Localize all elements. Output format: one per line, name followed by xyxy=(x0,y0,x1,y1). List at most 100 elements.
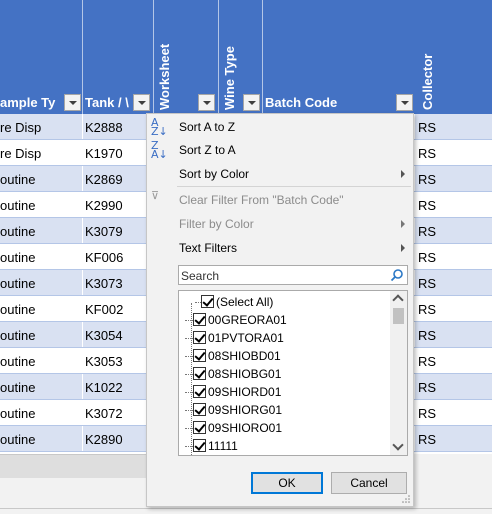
list-scrollbar[interactable] xyxy=(390,291,407,455)
list-item[interactable]: 08SHIOBD01 xyxy=(179,347,389,365)
cell-sample-type[interactable]: outine xyxy=(0,276,35,291)
cell-sample-type[interactable]: outine xyxy=(0,354,35,369)
list-item[interactable]: 11111 xyxy=(179,437,389,455)
cell-sample-type[interactable]: outine xyxy=(0,198,35,213)
cell-sample-type[interactable]: outine xyxy=(0,302,35,317)
list-item-label: 11111 xyxy=(208,439,238,453)
filter-dropdown-sample-type[interactable] xyxy=(64,94,81,111)
header-sample-type[interactable]: ample Ty xyxy=(0,95,55,110)
cell-collector[interactable]: RS xyxy=(418,224,436,239)
list-item[interactable]: 09SHIORO01 xyxy=(179,419,389,437)
cell-sample-type[interactable]: outine xyxy=(0,172,35,187)
checkbox-checked[interactable] xyxy=(193,385,206,398)
checkbox-checked[interactable] xyxy=(193,403,206,416)
cell-sample-type[interactable]: outine xyxy=(0,432,35,447)
cell-collector[interactable]: RS xyxy=(418,250,436,265)
filter-dropdown-wine-type[interactable] xyxy=(243,94,260,111)
checkbox-checked[interactable] xyxy=(193,439,206,452)
cell-divider xyxy=(82,114,83,140)
cell-collector[interactable]: RS xyxy=(418,328,436,343)
cell-tank[interactable]: K1970 xyxy=(85,146,123,161)
tree-connector xyxy=(185,446,193,447)
cell-sample-type[interactable]: re Disp xyxy=(0,120,41,135)
cell-divider xyxy=(414,348,415,374)
header-wine-type[interactable]: Wine Type xyxy=(222,46,237,110)
cell-sample-type[interactable]: outine xyxy=(0,224,35,239)
cell-divider xyxy=(82,192,83,218)
cell-collector[interactable]: RS xyxy=(418,276,436,291)
submenu-arrow-icon xyxy=(401,244,405,252)
scroll-up-icon[interactable] xyxy=(392,294,404,306)
header-batch-code[interactable]: Batch Code xyxy=(265,95,337,110)
checkbox-checked[interactable] xyxy=(193,313,206,326)
cell-tank[interactable]: K2990 xyxy=(85,198,123,213)
tree-connector xyxy=(185,410,193,411)
checkbox-checked[interactable] xyxy=(193,421,206,434)
list-item-label: 00GREORA01 xyxy=(208,313,287,327)
select-all-item[interactable]: (Select All) xyxy=(179,293,389,311)
cell-tank[interactable]: K2888 xyxy=(85,120,123,135)
cell-collector[interactable]: RS xyxy=(418,406,436,421)
checkbox-checked[interactable] xyxy=(193,349,206,362)
checkbox-checked[interactable] xyxy=(193,331,206,344)
horizontal-scrollbar[interactable] xyxy=(0,454,146,478)
cell-collector[interactable]: RS xyxy=(418,146,436,161)
search-icon xyxy=(390,269,403,282)
resize-grip-icon[interactable] xyxy=(402,495,410,503)
cell-tank[interactable]: K3079 xyxy=(85,224,123,239)
cell-collector[interactable]: RS xyxy=(418,302,436,317)
tree-connector xyxy=(185,392,193,393)
cell-collector[interactable]: RS xyxy=(418,354,436,369)
cell-tank[interactable]: K1022 xyxy=(85,380,123,395)
list-item[interactable]: 09SHIORG01 xyxy=(179,401,389,419)
cell-collector[interactable]: RS xyxy=(418,120,436,135)
cell-tank[interactable]: K3053 xyxy=(85,354,123,369)
list-item[interactable]: 01PVTORA01 xyxy=(179,329,389,347)
cell-tank[interactable]: KF002 xyxy=(85,302,123,317)
cell-divider xyxy=(82,426,83,452)
cell-collector[interactable]: RS xyxy=(418,172,436,187)
cell-sample-type[interactable]: re Disp xyxy=(0,146,41,161)
sort-descending-icon: Z A↓ xyxy=(151,139,168,161)
cell-collector[interactable]: RS xyxy=(418,198,436,213)
tree-connector xyxy=(185,374,193,375)
filter-dropdown-batch-code[interactable] xyxy=(396,94,413,111)
menu-text-filters[interactable]: Text Filters xyxy=(147,236,413,260)
filter-dropdown-tank[interactable] xyxy=(133,94,150,111)
cancel-button[interactable]: Cancel xyxy=(331,472,407,494)
list-item[interactable]: 08SHIOBG01 xyxy=(179,365,389,383)
menu-sort-a-to-z[interactable]: A Z↓ Sort A to Z xyxy=(147,115,413,139)
cell-sample-type[interactable]: outine xyxy=(0,380,35,395)
column-divider xyxy=(262,0,263,114)
checkbox-checked[interactable] xyxy=(201,295,214,308)
header-collector[interactable]: Collector xyxy=(420,54,435,110)
scroll-thumb[interactable] xyxy=(393,308,404,324)
checkbox-checked[interactable] xyxy=(193,367,206,380)
cell-collector[interactable]: RS xyxy=(418,432,436,447)
cell-collector[interactable]: RS xyxy=(418,380,436,395)
cell-sample-type[interactable]: outine xyxy=(0,250,35,265)
search-placeholder: Search xyxy=(181,269,220,283)
cell-sample-type[interactable]: outine xyxy=(0,406,35,421)
filter-dropdown-worksheet[interactable] xyxy=(198,94,215,111)
cell-tank[interactable]: K3054 xyxy=(85,328,123,343)
cell-tank[interactable]: K3073 xyxy=(85,276,123,291)
cell-divider xyxy=(82,322,83,348)
list-item-label: 01PVTORA01 xyxy=(208,331,284,345)
list-item[interactable]: 00GREORA01 xyxy=(179,311,389,329)
cell-tank[interactable]: K3072 xyxy=(85,406,123,421)
menu-sort-z-to-a[interactable]: Z A↓ Sort Z to A xyxy=(147,138,413,162)
cell-tank[interactable]: KF006 xyxy=(85,250,123,265)
header-tank[interactable]: Tank / \ xyxy=(85,95,129,110)
menu-clear-filter-label: Clear Filter From "Batch Code" xyxy=(179,193,344,207)
scroll-down-icon[interactable] xyxy=(392,439,404,451)
cell-tank[interactable]: K2869 xyxy=(85,172,123,187)
cell-sample-type[interactable]: outine xyxy=(0,328,35,343)
cell-tank[interactable]: K2890 xyxy=(85,432,123,447)
search-input[interactable]: Search xyxy=(178,265,408,285)
menu-sort-by-color[interactable]: Sort by Color xyxy=(147,162,413,186)
submenu-arrow-icon xyxy=(401,220,405,228)
list-item[interactable]: 09SHIORD01 xyxy=(179,383,389,401)
header-worksheet[interactable]: Worksheet xyxy=(157,44,172,110)
ok-button[interactable]: OK xyxy=(251,472,323,494)
